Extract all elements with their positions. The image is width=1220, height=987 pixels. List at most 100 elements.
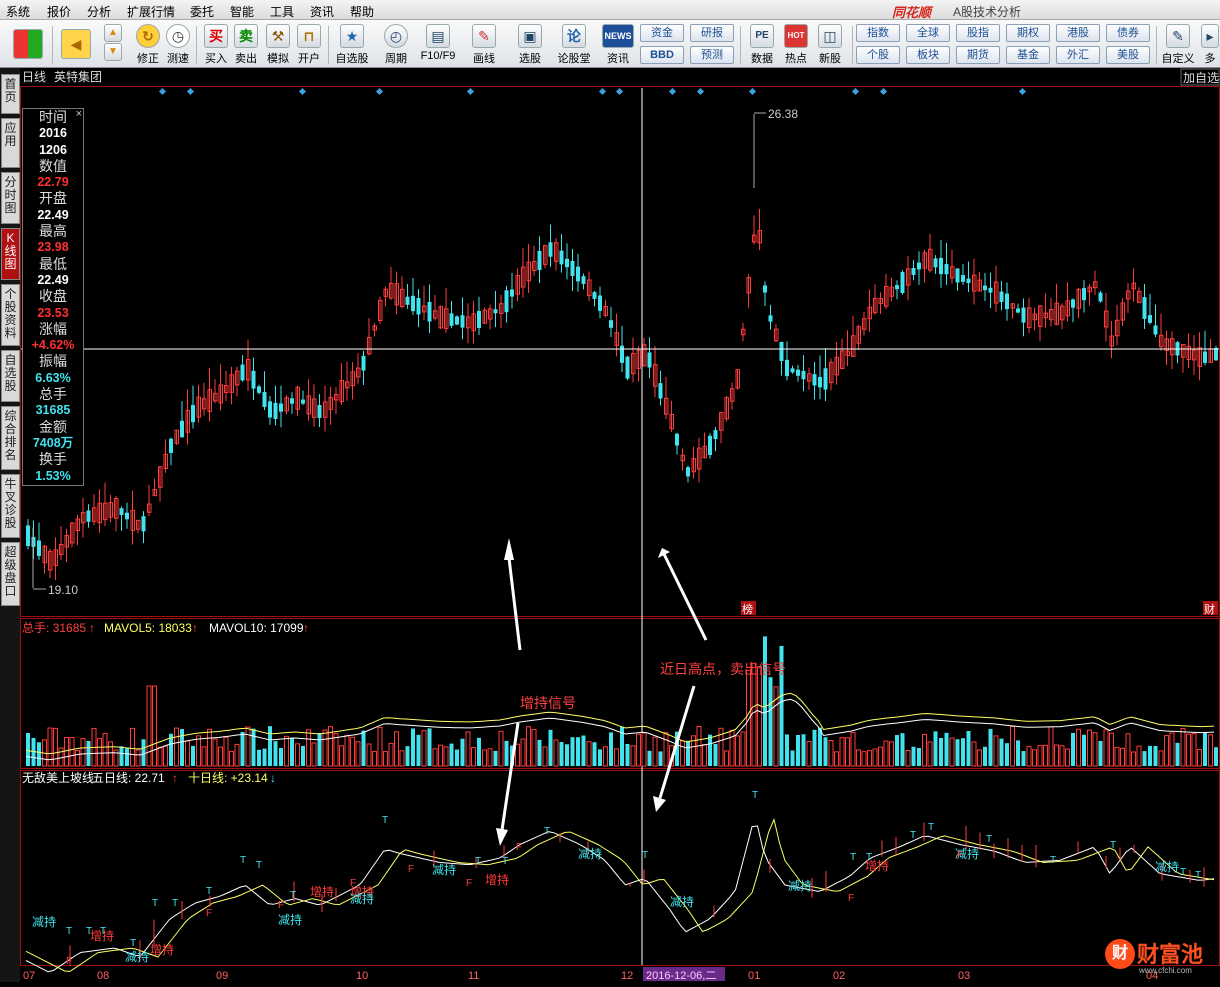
market-index-button[interactable]: 指数 bbox=[856, 24, 900, 42]
volume-bar bbox=[900, 733, 905, 766]
market-sector-button[interactable]: 板块 bbox=[906, 46, 950, 64]
candle-down bbox=[37, 540, 41, 556]
market-bond-button[interactable]: 债券 bbox=[1106, 24, 1150, 42]
market-us-button[interactable]: 美股 bbox=[1106, 46, 1150, 64]
candle-down bbox=[405, 296, 410, 305]
menu-quote[interactable]: 报价 bbox=[47, 3, 71, 20]
volume-bar bbox=[1214, 747, 1218, 766]
kline-chart-svg[interactable]: 日线 英特集团 加自选 26.38 19.10 榜 财 总手: 31685 ↑ … bbox=[20, 68, 1220, 982]
menu-system[interactable]: 系统 bbox=[6, 3, 30, 20]
volume-bar bbox=[1125, 733, 1131, 767]
volume-bar bbox=[1169, 732, 1175, 767]
f10-button[interactable]: ▤ F10/F9 bbox=[416, 23, 460, 67]
month-tick-label: 08 bbox=[97, 970, 109, 982]
volume-bar bbox=[763, 636, 767, 766]
close-icon[interactable]: × bbox=[76, 109, 82, 120]
forum-button[interactable]: 论论股堂 bbox=[552, 23, 596, 67]
volume-bar bbox=[201, 746, 207, 767]
open-account-button[interactable]: ⊓ 开户 bbox=[287, 23, 331, 67]
stock-picker-button[interactable]: ▣ 选股 bbox=[508, 23, 552, 67]
forecast-button[interactable]: 预测 bbox=[690, 46, 734, 64]
nav-timeshare[interactable]: 分时图 bbox=[1, 172, 20, 224]
kline-chart-area[interactable]: 日线 英特集团 加自选 26.38 19.10 榜 财 总手: 31685 ↑ … bbox=[20, 68, 1220, 982]
candle-down bbox=[449, 313, 454, 326]
market-hk-button[interactable]: 港股 bbox=[1056, 24, 1100, 42]
nav-watchlist[interactable]: 自选股 bbox=[1, 350, 20, 402]
volume-bar bbox=[823, 737, 828, 766]
nav-apps[interactable]: 应用 bbox=[1, 118, 20, 168]
t-signal: T bbox=[1110, 840, 1116, 851]
new-stock-button[interactable]: ◫ 新股 bbox=[808, 23, 852, 67]
menu-order[interactable]: 委托 bbox=[190, 3, 214, 20]
ma10-arrow-icon: ↑ bbox=[303, 621, 309, 635]
market-futures-button[interactable]: 期货 bbox=[956, 46, 1000, 64]
info-panel: × 时间 2016 1206 数值 22.79 开盘 22.49 最高 23.98 最低 22.49… bbox=[22, 108, 84, 486]
nav-home[interactable]: 首页 bbox=[1, 74, 20, 114]
menu-help[interactable]: 帮助 bbox=[350, 3, 374, 20]
reduce-signal-label: 减持 bbox=[278, 912, 302, 927]
market-fund-button[interactable]: 基金 bbox=[1006, 46, 1050, 64]
bbd-button[interactable]: BBD bbox=[640, 46, 684, 64]
menu-analysis[interactable]: 分析 bbox=[87, 3, 111, 20]
volume-bar bbox=[515, 743, 520, 767]
nav-kline[interactable]: K线图 bbox=[1, 228, 20, 280]
arrow-down-icon: ▼ bbox=[104, 43, 122, 61]
volume-bar bbox=[944, 732, 949, 766]
annotation-arrows bbox=[496, 538, 708, 846]
menu-smart[interactable]: 智能 bbox=[230, 3, 254, 20]
market-forex-button[interactable]: 外汇 bbox=[1056, 46, 1100, 64]
volume-bar bbox=[37, 742, 41, 766]
more-button[interactable]: ▸ 多 bbox=[1200, 23, 1220, 67]
candle-down bbox=[559, 250, 564, 265]
candle-down bbox=[1005, 293, 1009, 310]
reduce-signal-label: 减持 bbox=[32, 914, 56, 929]
forum-icon: 论 bbox=[562, 24, 586, 48]
volume-bar bbox=[647, 750, 652, 766]
date-axis: 07 08 09 10 11 12 01 02 03 04 bbox=[23, 970, 1158, 982]
volume-bar bbox=[576, 737, 580, 766]
draw-line-button[interactable]: ✎ 画线 bbox=[462, 23, 506, 67]
reduce-signal-label: 减持 bbox=[350, 891, 374, 906]
home-grid-button[interactable] bbox=[8, 23, 48, 67]
volume-bar bbox=[196, 735, 201, 767]
volume-bar bbox=[796, 734, 800, 766]
news-button[interactable]: NEWS 资讯 bbox=[596, 23, 640, 67]
volume-bar bbox=[939, 738, 943, 766]
nav-profile[interactable]: 个股资料 bbox=[1, 284, 20, 346]
volume-bar bbox=[961, 738, 965, 766]
nav-ranking[interactable]: 综合排名 bbox=[1, 406, 20, 470]
nav-super-level2[interactable]: 超级盘口 bbox=[1, 542, 20, 606]
funds-button[interactable]: 资金 bbox=[640, 24, 684, 42]
volume-bar bbox=[229, 750, 234, 767]
volume-bar bbox=[1076, 728, 1081, 767]
period-button[interactable]: ◴ 周期 bbox=[374, 23, 418, 67]
volume-bar bbox=[1197, 748, 1202, 767]
volume-bar bbox=[284, 735, 289, 767]
watchlist-button[interactable]: ★ 自选股 bbox=[330, 23, 374, 67]
app-logo: 同花顺 bbox=[892, 5, 932, 20]
market-options-button[interactable]: 期权 bbox=[1006, 24, 1050, 42]
scroll-buttons[interactable]: ▲ ▼ bbox=[100, 23, 126, 67]
research-button[interactable]: 研报 bbox=[690, 24, 734, 42]
volume-bar bbox=[614, 748, 619, 767]
reduce-signal-label: 减持 bbox=[432, 862, 456, 877]
volume-bar bbox=[955, 739, 960, 766]
menu-news[interactable]: 资讯 bbox=[310, 3, 334, 20]
market-global-button[interactable]: 全球 bbox=[906, 24, 950, 42]
volume-bar bbox=[708, 734, 712, 766]
menu-extended-quote[interactable]: 扩展行情 bbox=[127, 3, 175, 20]
back-button[interactable]: ◀ bbox=[56, 23, 96, 67]
month-tick-label: 12 bbox=[621, 970, 633, 982]
add-signal-label: 增持 bbox=[310, 884, 334, 899]
indicator-five-line: 五日线: 22.71 bbox=[92, 771, 165, 785]
custom-button[interactable]: ✎ 自定义 bbox=[1156, 23, 1200, 67]
candle-down bbox=[1082, 288, 1086, 301]
volume-bar bbox=[339, 745, 344, 767]
menu-tools[interactable]: 工具 bbox=[270, 3, 294, 20]
nav-diagnosis[interactable]: 牛叉诊股 bbox=[1, 474, 20, 538]
market-index-futures-button[interactable]: 股指 bbox=[956, 24, 1000, 42]
volume-bar bbox=[455, 749, 459, 766]
period-label: 日线 bbox=[22, 70, 46, 84]
star-icon: ★ bbox=[340, 24, 364, 48]
market-stock-button[interactable]: 个股 bbox=[856, 46, 900, 64]
